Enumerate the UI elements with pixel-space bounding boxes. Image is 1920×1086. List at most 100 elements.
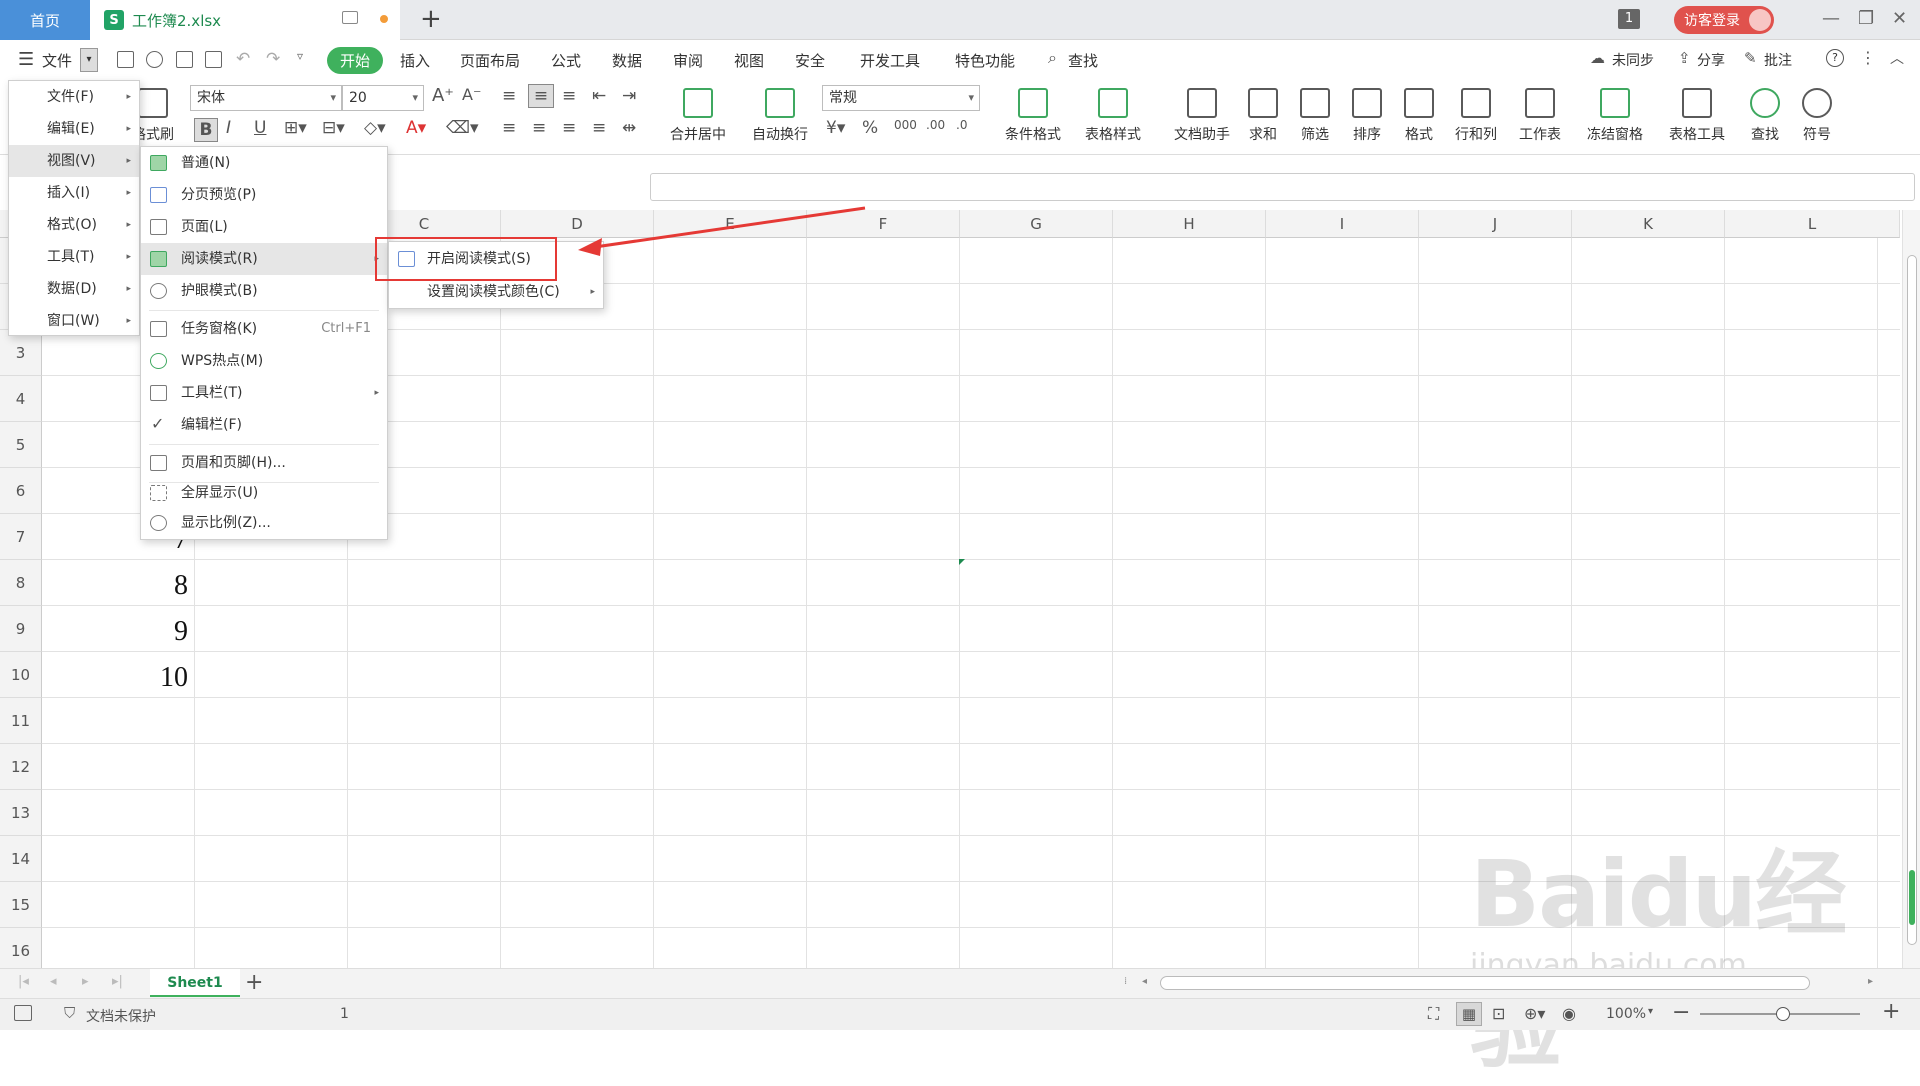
table-style-button[interactable]: 表格样式 (1076, 88, 1150, 144)
zoom-dropdown-icon[interactable]: ▾ (1648, 1006, 1653, 1017)
tab-security[interactable]: 安全 (795, 50, 825, 71)
tab-developer[interactable]: 开发工具 (860, 50, 920, 71)
filter-button[interactable]: 筛选 (1290, 88, 1340, 144)
cell-value[interactable]: 8 (128, 570, 188, 602)
collapse-ribbon-icon[interactable]: ︿ (1890, 48, 1904, 68)
last-sheet-icon[interactable]: ▸| (112, 974, 123, 989)
menu-item-toolbar[interactable]: 工具栏(T) ▸ (141, 377, 387, 409)
column-header[interactable]: I (1266, 210, 1419, 238)
merge-center-button[interactable]: 合并居中 (660, 88, 736, 144)
find-button[interactable]: 查找 (1740, 88, 1790, 144)
increase-decimal-icon[interactable]: .00 (926, 118, 945, 132)
row-header[interactable]: 9 (0, 606, 42, 652)
prev-sheet-icon[interactable]: ◂ (50, 974, 57, 989)
tab-view[interactable]: 视图 (734, 50, 764, 71)
tab-formula[interactable]: 公式 (551, 50, 581, 71)
zoom-in-icon[interactable]: + (1882, 999, 1900, 1024)
font-size-select[interactable]: 20 (342, 85, 424, 111)
first-sheet-icon[interactable]: |◂ (18, 974, 29, 989)
menu-item-task-pane[interactable]: 任务窗格(K) Ctrl+F1 (141, 313, 387, 345)
macro-icon[interactable] (14, 1005, 32, 1021)
chevron-down-icon[interactable]: ▾ (80, 48, 98, 72)
menu-item-fullscreen[interactable]: 全屏显示(U) (141, 477, 387, 509)
row-header[interactable]: 11 (0, 698, 42, 744)
next-sheet-icon[interactable]: ▸ (82, 974, 89, 989)
align-bottom-icon[interactable]: ≡ (562, 86, 576, 106)
font-name-select[interactable]: 宋体 (190, 85, 342, 111)
formula-input[interactable] (650, 173, 1915, 201)
align-right-icon[interactable]: ≡ (562, 118, 576, 138)
minimize-icon[interactable]: — (1822, 8, 1840, 29)
fullscreen-icon[interactable]: ⛶ (1428, 1004, 1439, 1024)
menu-item-eye-care[interactable]: 护眼模式(B) (141, 275, 387, 307)
horizontal-scrollbar[interactable] (1160, 976, 1810, 990)
search-button[interactable]: 查找 (1068, 50, 1098, 71)
menu-item-edit[interactable]: 编辑(E) ▸ (9, 113, 139, 145)
column-header[interactable]: G (960, 210, 1113, 238)
hamburger-icon[interactable]: ☰ (18, 49, 34, 70)
row-col-button[interactable]: 行和列 (1446, 88, 1506, 144)
quick-access-dropdown-icon[interactable]: ▿ (297, 49, 303, 63)
menu-item-formula-bar[interactable]: 编辑栏(F) (141, 408, 387, 441)
restore-icon[interactable]: ❐ (1858, 8, 1874, 29)
more-icon[interactable]: ⋮ (1860, 48, 1876, 67)
symbol-button[interactable]: 符号 (1792, 88, 1842, 144)
scroll-split-handle[interactable]: ⁞ (1124, 976, 1127, 987)
row-header[interactable]: 6 (0, 468, 42, 514)
menu-item-insert[interactable]: 插入(I) ▸ (9, 177, 139, 209)
zoom-slider-thumb[interactable] (1776, 1007, 1790, 1021)
sheet-tab[interactable]: Sheet1 (150, 969, 240, 997)
tab-data[interactable]: 数据 (612, 50, 642, 71)
row-header[interactable]: 15 (0, 882, 42, 928)
tab-page-layout[interactable]: 页面布局 (460, 50, 520, 71)
sort-button[interactable]: 排序 (1342, 88, 1392, 144)
print-preview-icon[interactable] (205, 51, 222, 68)
freeze-panes-button[interactable]: 冻结窗格 (1578, 88, 1652, 144)
conditional-format-button[interactable]: 条件格式 (996, 88, 1070, 144)
menu-item-window[interactable]: 窗口(W) ▸ (9, 305, 139, 337)
tab-special[interactable]: 特色功能 (955, 50, 1015, 71)
share-button[interactable]: 分享 (1697, 50, 1725, 70)
tab-start[interactable]: 开始 (327, 47, 384, 74)
tab-review[interactable]: 审阅 (673, 50, 703, 71)
eye-care-icon[interactable]: ◉ (1562, 1004, 1576, 1023)
row-header[interactable]: 13 (0, 790, 42, 836)
tab-home[interactable]: 首页 (0, 0, 90, 40)
tab-workbook[interactable]: S 工作簿2.xlsx (90, 0, 400, 40)
menu-item-file[interactable]: 文件(F) ▸ (9, 81, 139, 113)
sync-status[interactable]: 未同步 (1612, 50, 1654, 70)
row-header[interactable]: 14 (0, 836, 42, 882)
row-header[interactable]: 10 (0, 652, 42, 698)
new-tab-button[interactable]: + (420, 4, 442, 34)
percent-icon[interactable]: % (862, 118, 878, 138)
menu-item-zoom[interactable]: 显示比例(Z)... (141, 507, 387, 539)
border-icon[interactable]: ⊞▾ (284, 118, 307, 138)
monitor-icon[interactable] (342, 11, 358, 24)
menu-item-view[interactable]: 视图(V) ▸ (9, 145, 139, 177)
doc-assistant-button[interactable]: 文档助手 (1168, 88, 1236, 144)
protection-status[interactable]: 文档未保护 (86, 1006, 156, 1026)
row-header[interactable]: 4 (0, 376, 42, 422)
italic-icon[interactable]: I (226, 118, 231, 138)
auto-wrap-button[interactable]: 自动换行 (742, 88, 818, 144)
distribute-icon[interactable]: ⇹ (622, 118, 636, 138)
tab-insert[interactable]: 插入 (400, 50, 430, 71)
row-header[interactable]: 5 (0, 422, 42, 468)
search-icon[interactable]: ⌕ (1048, 48, 1057, 68)
normal-view-icon[interactable]: ▦ (1456, 1002, 1482, 1026)
save-icon[interactable] (117, 51, 134, 68)
row-header[interactable]: 7 (0, 514, 42, 560)
window-count-badge[interactable]: 1 (1618, 9, 1640, 29)
column-header[interactable]: J (1419, 210, 1572, 238)
align-middle-icon[interactable]: ≡ (528, 84, 554, 108)
format-button[interactable]: 格式 (1394, 88, 1444, 144)
menu-item-page[interactable]: 页面(L) (141, 211, 387, 243)
align-center-icon[interactable]: ≡ (532, 118, 546, 138)
menu-item-wps-hotspot[interactable]: WPS热点(M) (141, 345, 387, 377)
currency-icon[interactable]: ¥▾ (826, 118, 845, 138)
scroll-left-icon[interactable]: ◂ (1142, 976, 1147, 987)
column-header[interactable]: K (1572, 210, 1725, 238)
row-header[interactable]: 8 (0, 560, 42, 606)
print-icon[interactable] (176, 51, 193, 68)
menu-item-header-footer[interactable]: 页眉和页脚(H)... (141, 447, 387, 479)
